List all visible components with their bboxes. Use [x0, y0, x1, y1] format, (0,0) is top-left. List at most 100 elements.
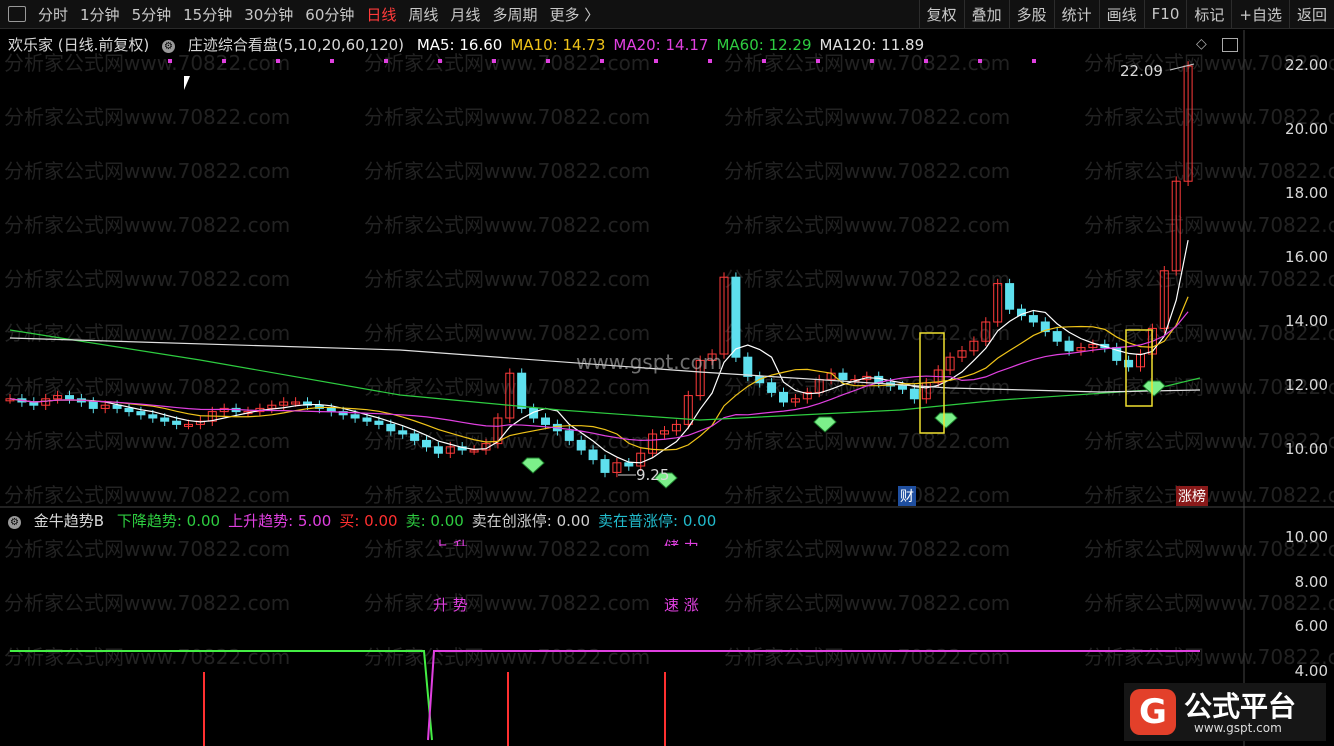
ma-legend-item: MA5: 16.60 — [416, 36, 503, 54]
watermark-text: 分析家公式网www.70822.com — [4, 267, 290, 291]
watermark-text: 分析家公式网www.70822.com — [724, 645, 1010, 669]
ma-legend-item: MA60: 12.29 — [716, 36, 812, 54]
signal-dot — [762, 59, 766, 63]
sub-tick: 4.00 — [1294, 661, 1328, 680]
buy-diamond-icon — [934, 412, 958, 429]
candle-body — [767, 382, 777, 393]
candle-body — [898, 385, 907, 390]
sub-legend-item: 买: 0.00 — [339, 512, 398, 530]
buy-diamond-icon — [521, 457, 545, 474]
sub-annotation-2: 速 涨 — [664, 596, 699, 614]
watermark-text: 分析家公式网www.70822.com — [1084, 213, 1334, 237]
site-watermark: www.gspt.com — [576, 350, 723, 374]
price-tick: 16.00 — [1285, 248, 1328, 266]
watermark-text: 分析家公式网www.70822.com — [364, 537, 650, 561]
candle-body — [374, 420, 384, 425]
signal-dot — [654, 59, 658, 63]
price-tick: 20.00 — [1285, 120, 1328, 138]
watermark-text: 分析家公式网www.70822.com — [724, 159, 1010, 183]
watermark-text: 分析家公式网www.70822.com — [724, 591, 1010, 615]
signal-dot — [222, 59, 226, 63]
price-tick: 10.00 — [1285, 440, 1328, 458]
ma-legend: MA5: 16.60 MA10: 14.73 MA20: 14.17 MA60: 12… — [417, 36, 932, 54]
watermark-text: 分析家公式网www.70822.com — [364, 267, 650, 291]
signal-dot — [330, 59, 334, 63]
signal-dot — [546, 59, 550, 63]
candle-body — [398, 430, 408, 435]
sub-chart-header: ⚙ 金牛趋势B 下降趋势: 0.00 上升趋势: 5.00 买: 0.00 卖: 0.… — [8, 510, 732, 531]
watermark-text: 分析家公式网www.70822.com — [4, 105, 290, 129]
logo-icon: G — [1130, 689, 1176, 735]
sub-tick: 10.00 — [1285, 528, 1328, 546]
sub-legend-item: 下降趋势: 0.00 — [116, 512, 221, 530]
candle-body — [588, 449, 598, 461]
candle-body — [624, 462, 634, 467]
watermark-text: 分析家公式网www.70822.com — [4, 591, 290, 615]
watermark-text: 分析家公式网www.70822.com — [1084, 483, 1334, 507]
diamond-icon[interactable]: ◇ — [1196, 36, 1207, 52]
rank-tag[interactable]: 涨榜 — [1176, 486, 1208, 506]
signal-dot — [276, 59, 280, 63]
sub-annotation-top-1: 上 升 — [433, 536, 468, 546]
price-tick: 18.00 — [1285, 184, 1328, 202]
candle-body — [1005, 283, 1015, 310]
candle-body — [1052, 331, 1062, 342]
watermark-text: 分析家公式网www.70822.com — [1084, 159, 1334, 183]
sub-legend-item: 卖在普涨停: 0.00 — [598, 512, 717, 530]
high-mark: 22.09 — [1120, 62, 1163, 80]
watermark-text: 分析家公式网www.70822.com — [364, 483, 650, 507]
settings-icon[interactable]: ⚙ — [8, 516, 21, 529]
panel-toggle-icon[interactable] — [1222, 38, 1238, 52]
signal-dot — [708, 59, 712, 63]
candle-body — [600, 459, 610, 473]
watermark-text: 分析家公式网www.70822.com — [364, 159, 650, 183]
candle-body — [576, 439, 586, 451]
watermark-text: 分析家公式网www.70822.com — [4, 213, 290, 237]
signal-dot — [168, 59, 172, 63]
candle-body — [1064, 340, 1074, 352]
logo-url: www.gspt.com — [1194, 721, 1282, 735]
signal-dot — [978, 59, 982, 63]
candle-body — [1028, 315, 1038, 323]
candle-body — [362, 417, 372, 422]
signal-dot — [870, 59, 874, 63]
watermark-text: 分析家公式网www.70822.com — [724, 213, 1010, 237]
candle-body — [564, 430, 574, 441]
watermark-text: 分析家公式网www.70822.com — [364, 213, 650, 237]
candle-body — [731, 276, 741, 358]
candle-body — [422, 439, 431, 448]
stock-title: 欢乐家 (日线.前复权) — [8, 36, 150, 54]
candle-body — [326, 407, 336, 413]
watermark-text: 分析家公式网www.70822.com — [4, 483, 290, 507]
price-tick: 14.00 — [1285, 312, 1328, 330]
candle-body — [410, 433, 420, 441]
candle-body — [148, 414, 158, 419]
candle-body — [838, 372, 848, 381]
sub-legend-item: 上升趋势: 5.00 — [228, 512, 332, 530]
price-tick: 12.00 — [1285, 376, 1328, 394]
sub-annotation-1: 升 势 — [433, 596, 468, 614]
candle-body — [517, 372, 527, 409]
watermark-text: 分析家公式网www.70822.com — [364, 591, 650, 615]
signal-dot — [1032, 59, 1036, 63]
indicator-name[interactable]: 庄迹综合看盘(5,10,20,60,120) — [188, 36, 404, 54]
signal-dot — [816, 59, 820, 63]
watermark-text: 分析家公式网www.70822.com — [4, 321, 290, 345]
signal-dot — [924, 59, 928, 63]
watermark-text: 分析家公式网www.70822.com — [364, 645, 650, 669]
candle-body — [779, 391, 788, 403]
candle-body — [160, 417, 170, 422]
settings-icon[interactable]: ⚙ — [162, 40, 176, 53]
watermark-text: 分析家公式网www.70822.com — [724, 267, 1010, 291]
sub-indicator-name[interactable]: 金牛趋势B — [34, 512, 104, 530]
candle-body — [88, 401, 98, 409]
watermark-text: 分析家公式网www.70822.com — [4, 429, 290, 453]
watermark-text: 分析家公式网www.70822.com — [1084, 267, 1334, 291]
sub-annotation-top-2: 储 力 — [664, 536, 699, 546]
watermark-text: 分析家公式网www.70822.com — [1084, 591, 1334, 615]
signal-dot — [492, 59, 496, 63]
candle-body — [65, 395, 74, 400]
price-tick: 22.00 — [1285, 56, 1328, 74]
candle-body — [909, 388, 919, 400]
finance-tag[interactable]: 财 — [898, 486, 916, 506]
